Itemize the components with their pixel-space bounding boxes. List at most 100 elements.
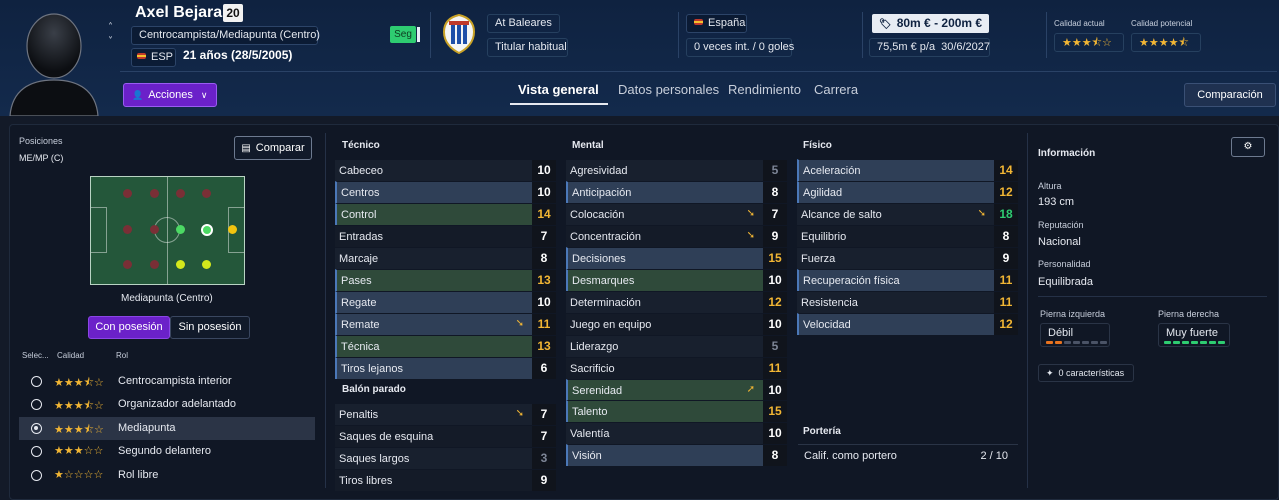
previous-player-chevron-up-icon[interactable]: ˄ [108,22,113,33]
chevron-down-icon: ∨ [200,90,208,100]
attribute-row[interactable]: Cabeceo 10 [335,159,556,181]
role-row[interactable]: ★★★⯪☆ Centrocampista interior [19,370,315,393]
attribute-value: 9 [763,225,787,247]
info-heading: Información [1038,148,1096,159]
porteria-heading: Portería [803,426,841,437]
attribute-row[interactable]: Control 14 [335,202,556,225]
strength-segment [1082,341,1089,344]
price-tag-icon: 🏷 [879,19,892,30]
attribute-row[interactable]: Liderazgo 5 [566,334,787,357]
attribute-row[interactable]: Determinación 12 [566,290,787,313]
attribute-row[interactable]: Saques largos 3 [335,446,556,469]
attribute-row[interactable]: Aceleración 14 [797,159,1018,181]
attribute-row[interactable]: Equilibrio 8 [797,224,1018,247]
attribute-row[interactable]: Visión 8 [566,444,787,467]
role-row[interactable]: ★★★⯪☆ Mediapunta [19,417,315,440]
fisico-heading: Físico [803,140,832,151]
club-name-box[interactable]: At Baleares [487,14,560,33]
attribute-name: Decisiones [572,252,626,265]
position-pitch[interactable] [90,176,245,285]
pitch-slot [150,225,159,234]
attribute-name: Liderazgo [570,340,619,353]
tab-rendimiento[interactable]: Rendimiento [728,82,801,97]
role-radio[interactable] [31,423,42,434]
attribute-value: 14 [532,203,556,225]
attribute-row[interactable]: Colocación ➘ 7 [566,202,787,225]
info-settings-icon-button[interactable]: ⚙ [1231,137,1265,157]
nation-box[interactable]: ESP [131,48,176,67]
attribute-name: Pases [341,274,372,287]
nation-code: ESP [151,51,174,63]
nationality: España [708,17,746,29]
tab-datos-personales[interactable]: Datos personales [618,82,719,97]
attribute-row[interactable]: Agilidad 12 [797,180,1018,203]
column-divider [1027,133,1028,488]
attribute-name: Sacrificio [570,362,615,375]
attribute-row[interactable]: Resistencia 11 [797,290,1018,313]
attribute-row[interactable]: Sacrificio 11 [566,356,787,379]
strength-segment [1218,341,1225,344]
strength-segment [1191,341,1198,344]
attribute-value: 7 [532,425,556,447]
attribute-row[interactable]: Valentía 10 [566,422,787,445]
attribute-row[interactable]: Saques de esquina 7 [335,424,556,447]
nationality-box[interactable]: España [686,14,747,33]
contract-end: 30/6/2027 [941,41,991,53]
attribute-row[interactable]: Talento 15 [566,400,787,423]
attribute-row[interactable]: Centros 10 [335,180,556,203]
attribute-row[interactable]: Marcaje 8 [335,246,556,269]
attribute-name: Anticipación [572,186,632,199]
role-row[interactable]: ★★★⯪☆ Organizador adelantado [19,393,315,416]
attribute-row[interactable]: Técnica 13 [335,334,556,357]
next-player-chevron-down-icon[interactable]: ˅ [108,36,113,47]
traits-button[interactable]: ✦ 0 características [1038,364,1134,382]
compare-label: Comparar [255,142,305,154]
status-tag: Seg [390,26,416,43]
roles-header-role[interactable]: Rol [116,351,128,360]
with-possession-toggle[interactable]: Con posesión [88,316,170,339]
attribute-row[interactable]: Remate ➘ 11 [335,312,556,335]
role-row[interactable]: ★★★☆☆ Segundo delantero [19,440,315,463]
attribute-row[interactable]: Serenidad ➚ 10 [566,378,787,401]
attribute-row[interactable]: Recuperación física 11 [797,268,1018,291]
squad-status-box: Titular habitual [487,38,568,57]
attribute-row[interactable]: Alcance de salto ➘ 18 [797,202,1018,225]
attribute-row[interactable]: Penaltis ➘ 7 [335,403,556,425]
attribute-row[interactable]: Fuerza 9 [797,246,1018,269]
attribute-row[interactable]: Decisiones 15 [566,246,787,269]
attribute-row[interactable]: Agresividad 5 [566,159,787,181]
attribute-row[interactable]: Tiros lejanos 6 [335,356,556,379]
actions-dropdown-button[interactable]: 👤 Acciones ∨ [123,83,217,107]
roles-header-quality: Calidad [57,351,85,360]
strength-segment [1209,341,1216,344]
attribute-row[interactable]: Velocidad 12 [797,312,1018,335]
attribute-row[interactable]: Juego en equipo 10 [566,312,787,335]
goalkeeper-rating-label: Calif. como portero [804,450,897,462]
attribute-row[interactable]: Regate 10 [335,290,556,313]
club-crest-icon[interactable] [440,14,478,54]
attribute-row[interactable]: Tiros libres 9 [335,468,556,491]
attribute-row[interactable]: Desmarques 10 [566,268,787,291]
role-radio[interactable] [31,446,42,457]
comparison-button[interactable]: Comparación [1184,83,1276,107]
tab-carrera[interactable]: Carrera [814,82,858,97]
role-row[interactable]: ★☆☆☆☆ Rol libre [19,464,315,487]
attribute-name: Determinación [570,296,641,309]
role-radio[interactable] [31,470,42,481]
attribute-name: Saques de esquina [339,430,434,443]
player-silhouette-avatar [9,13,99,116]
attribute-row[interactable]: Pases 13 [335,268,556,291]
attribute-row[interactable]: Concentración ➘ 9 [566,224,787,247]
compare-positions-button[interactable]: ▤ Comparar [234,136,312,160]
role-radio[interactable] [31,376,42,387]
attribute-row[interactable]: Entradas 7 [335,224,556,247]
attribute-row[interactable]: Anticipación 8 [566,180,787,203]
role-radio[interactable] [31,399,42,410]
without-possession-toggle[interactable]: Sin posesión [170,316,250,339]
reputation-value: Nacional [1038,236,1081,248]
attribute-value: 11 [994,269,1018,291]
sparkle-icon: ✦ [1046,369,1054,379]
attribute-name: Equilibrio [801,230,847,243]
tab-vista-general[interactable]: Vista general [518,82,599,97]
position-text: Centrocampista/Mediapunta (Centro) [139,29,320,41]
